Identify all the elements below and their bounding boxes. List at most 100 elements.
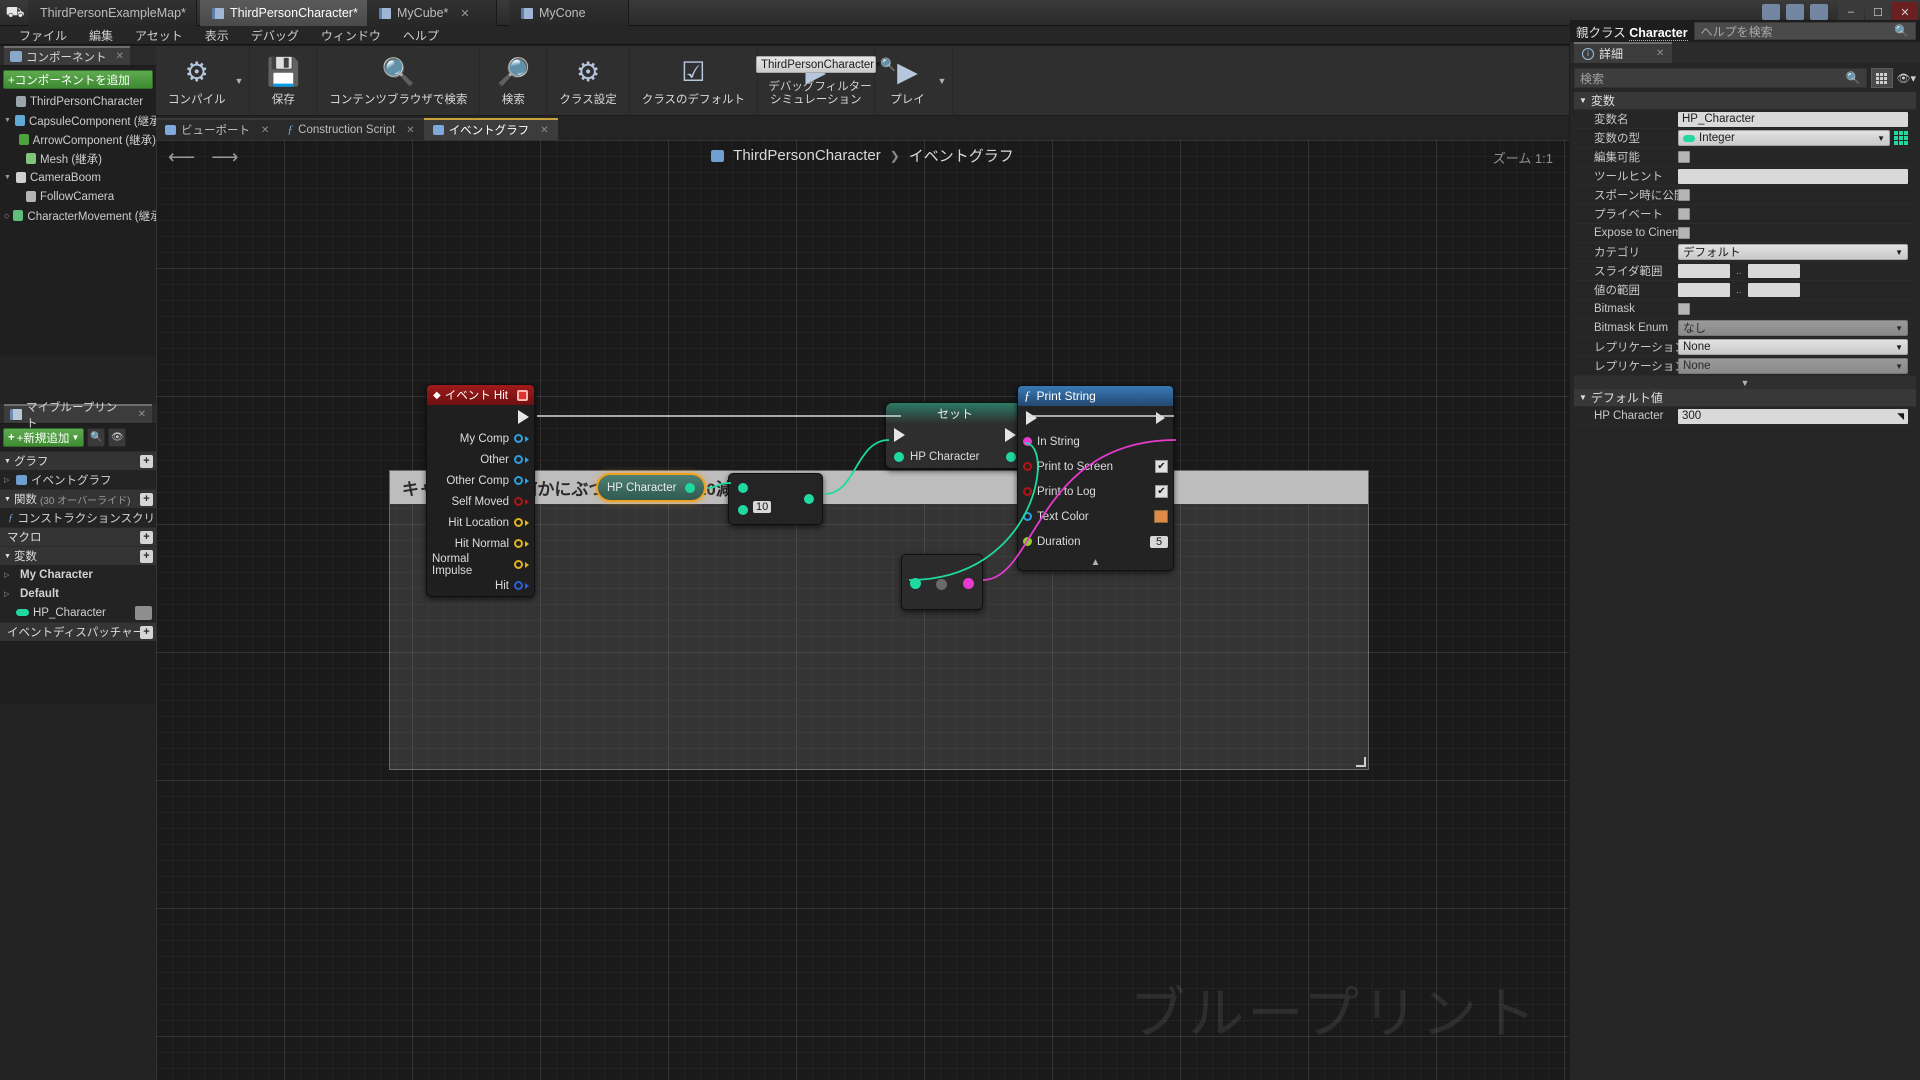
property-value[interactable]: Integer ▼ [1678, 130, 1916, 146]
property-value[interactable] [1678, 303, 1916, 315]
tab-my-blueprint[interactable]: マイブループリント ✕ [4, 402, 152, 430]
graph-tab-Construction Script[interactable]: ƒ Construction Script ✕ [278, 118, 424, 140]
comment-title[interactable]: キャラクターが何かにぶつかるとHPが10減る。 [390, 471, 1368, 504]
expand-arrow-icon[interactable]: ▷ [4, 476, 12, 484]
layout-icon[interactable] [1762, 4, 1780, 20]
property-value[interactable] [1678, 208, 1916, 220]
toolbar-button-クラス設定[interactable]: ⚙ クラス設定 [553, 51, 622, 111]
menu-item-1[interactable]: 編集 [78, 25, 124, 46]
mbp-item[interactable]: ▷ イベントグラフ [0, 470, 156, 489]
range-min-input[interactable] [1678, 264, 1730, 278]
search-icon[interactable]: 🔍 [880, 57, 896, 73]
color-swatch[interactable] [1154, 510, 1168, 523]
text-input[interactable]: HP_Character [1678, 111, 1908, 127]
account-icon[interactable] [1810, 4, 1828, 20]
mbp-section-マクロ[interactable]: マクロ + [0, 527, 156, 546]
expand-arrow-icon[interactable]: ▼ [4, 553, 11, 560]
output-pin[interactable] [514, 455, 523, 464]
mbp-section-関数[interactable]: ▼ 関数 (30 オーバーライド) + [0, 489, 156, 508]
exec-in-pin[interactable] [894, 427, 905, 442]
details-search-row[interactable]: 検索 🔍 👁▾ [1574, 68, 1916, 88]
literal-value-field[interactable]: 10 [753, 501, 772, 513]
window-controls[interactable]: – ☐ ✕ [1838, 2, 1918, 22]
node-event-hit[interactable]: ◆ イベント Hit My Comp Other Other Comp Self Mo… [426, 384, 535, 597]
tab-components[interactable]: コンポーネント ✕ [4, 46, 130, 65]
debug-target-dropdown[interactable]: ThirdPersonCharacter ▼ [756, 56, 882, 73]
node-pin-row[interactable]: My Comp [427, 428, 534, 449]
chevron-down-icon[interactable]: ▼ [1574, 376, 1916, 389]
close-icon[interactable]: ✕ [138, 409, 146, 420]
checkbox[interactable] [1678, 151, 1690, 163]
component-tree-row[interactable]: Mesh (継承) [0, 149, 156, 168]
mbp-section-グラフ[interactable]: ▼ グラフ + [0, 451, 156, 470]
breadcrumb[interactable]: ThirdPersonCharacter ❯ イベントグラフ [156, 145, 1569, 166]
container-type-icon[interactable] [1894, 131, 1908, 145]
input-pin-b[interactable] [738, 505, 748, 515]
close-icon[interactable]: ✕ [116, 51, 124, 62]
node-subtract[interactable]: 10 [728, 473, 823, 525]
exec-out-pin[interactable] [1156, 411, 1165, 424]
input-pin-a[interactable] [738, 483, 748, 493]
print-string-pin-list[interactable]: In String Print to Screen ✔ Print to Log ✔ Te… [1018, 429, 1173, 554]
dropdown[interactable]: None ▼ [1678, 339, 1908, 355]
node-pin-row[interactable]: Hit Normal [427, 533, 534, 554]
output-pin[interactable] [514, 497, 523, 506]
expand-arrow-icon[interactable]: ▼ [4, 117, 11, 124]
input-pin[interactable] [1023, 462, 1032, 471]
node-pin-row[interactable]: Print to Log ✔ [1018, 479, 1173, 504]
settings-icon[interactable] [1786, 4, 1804, 20]
expand-arrow-icon[interactable]: ▼ [1579, 393, 1587, 402]
window-tab-1[interactable]: ThirdPersonCharacter*✕ [200, 0, 391, 26]
eye-icon[interactable]: 👁▾ [1897, 72, 1917, 85]
input-pin[interactable] [1023, 487, 1032, 496]
menu-item-6[interactable]: ヘルプ [392, 25, 450, 46]
output-pin[interactable] [1006, 451, 1016, 462]
comment-resize-handle[interactable] [1356, 757, 1366, 767]
mbp-item[interactable]: ƒコンストラクションスクリプト [0, 508, 156, 527]
checkbox[interactable] [1678, 208, 1690, 220]
component-tree-row[interactable]: ArrowComponent (継承) [0, 130, 156, 149]
menu-item-4[interactable]: デバッグ [240, 25, 310, 46]
output-pin[interactable] [514, 434, 523, 443]
exec-out-pin-row[interactable] [427, 405, 534, 428]
close-icon[interactable]: ✕ [1656, 48, 1664, 59]
my-blueprint-tab-bar[interactable]: マイブループリント ✕ [0, 402, 156, 430]
node-pin-row[interactable]: Hit [427, 575, 534, 596]
checkbox[interactable] [1678, 189, 1690, 201]
output-pin[interactable] [514, 518, 523, 527]
close-icon[interactable]: ✕ [460, 7, 469, 20]
node-pin-row[interactable]: Other [427, 449, 534, 470]
toolbar-button-検索[interactable]: 🔎 検索 [486, 51, 540, 111]
pin-value-field[interactable]: 5 [1150, 535, 1168, 548]
components-tab-bar[interactable]: コンポーネント ✕ [0, 46, 156, 66]
output-pin[interactable] [514, 539, 523, 548]
expand-arrow-icon[interactable]: ◇ [4, 212, 9, 220]
expand-arrow-icon[interactable]: ▷ [4, 571, 12, 579]
close-icon[interactable]: ✕ [540, 125, 548, 136]
close-button[interactable]: ✕ [1892, 2, 1918, 22]
property-value[interactable]: 300 ◥ [1678, 408, 1916, 424]
chevron-down-icon[interactable]: ▼ [935, 76, 947, 86]
menu-item-3[interactable]: 表示 [194, 25, 240, 46]
exec-out-pin[interactable] [1005, 427, 1016, 442]
output-pin[interactable] [685, 482, 695, 493]
menu-item-5[interactable]: ウィンドウ [310, 25, 392, 46]
property-value[interactable]: デフォルト ▼ [1678, 244, 1916, 260]
node-pin-row[interactable]: In String [1018, 429, 1173, 454]
search-icon[interactable]: 🔍 [87, 428, 106, 447]
chevron-up-icon[interactable]: ▲ [1018, 554, 1173, 570]
property-value[interactable]: .. [1678, 283, 1916, 297]
component-tree-row[interactable]: ThirdPersonCharacter [0, 92, 156, 111]
node-pin-row[interactable]: Hit Location [427, 512, 534, 533]
mbp-section-イベントディスパッチャー[interactable]: イベントディスパッチャー + [0, 622, 156, 641]
node-header[interactable]: ƒ Print String [1018, 386, 1173, 406]
dropdown[interactable]: なし ▼ [1678, 320, 1908, 336]
details-properties[interactable]: ▼ 変数 変数名 HP_Character 変数の型 Integer ▼ 編集可能 ツールヒント… [1574, 92, 1916, 426]
output-pin[interactable] [514, 560, 523, 569]
output-pin[interactable] [514, 476, 523, 485]
eye-icon[interactable]: 👁 [108, 428, 127, 447]
breadcrumb-root[interactable]: ThirdPersonCharacter [733, 147, 881, 164]
output-pin[interactable] [804, 494, 814, 504]
dropdown[interactable]: None ▼ [1678, 358, 1908, 374]
node-get-hp-character[interactable]: HP Character [596, 473, 706, 502]
